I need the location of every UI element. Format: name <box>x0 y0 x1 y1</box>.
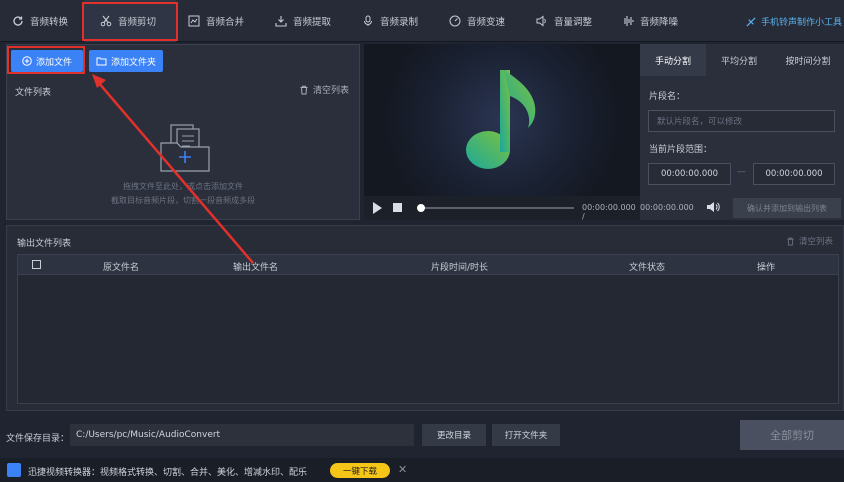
ringtone-tool-link[interactable]: 手机铃声制作小工具 <box>746 0 842 42</box>
segment-name-input[interactable]: 默认片段名，可以修改 <box>648 110 835 132</box>
tab-volume-adjust[interactable]: 音量调整 <box>536 0 592 42</box>
tab-audio-record[interactable]: 音频录制 <box>362 0 418 42</box>
ad-text: 迅捷视频转换器：视频格式转换、切割、合并、美化、增减水印、配乐 <box>28 468 308 478</box>
split-panel: 手动分割 平均分割 按时间分割 片段名： 默认片段名，可以修改 当前片段范围： … <box>640 44 844 220</box>
segment-range-label: 当前片段范围： <box>649 145 713 155</box>
close-icon[interactable]: ✕ <box>398 463 407 476</box>
highlight-box-add-file <box>7 46 85 74</box>
folder-icon <box>96 57 107 66</box>
volume-icon[interactable] <box>706 201 720 213</box>
column-output-name: 输出文件名 <box>233 263 279 273</box>
tab-label: 音频转换 <box>30 17 69 28</box>
change-dir-button[interactable]: 更改目录 <box>422 424 486 446</box>
range-dash: — <box>737 167 746 177</box>
drop-hint: 拖拽文件至此处，或点击添加文件 <box>123 182 243 191</box>
extract-icon <box>275 16 287 27</box>
download-button[interactable]: 一键下载 <box>330 463 390 478</box>
save-bar: 文件保存目录： C:/Users/pc/Music/AudioConvert 更… <box>0 418 844 454</box>
table-header: 原文件名 输出文件名 片段时间/时长 文件状态 操作 <box>18 255 838 275</box>
player-controls: 00:00:00.000 / <box>364 196 640 221</box>
highlight-box-tab <box>82 2 178 41</box>
tab-label: 音频提取 <box>293 17 332 28</box>
select-all-checkbox[interactable] <box>32 260 41 269</box>
segment-name-label: 片段名： <box>649 92 686 102</box>
output-clear-button[interactable]: 清空列表 <box>786 235 833 247</box>
current-time: 00:00:00.000 / <box>582 203 636 221</box>
mic-icon <box>364 15 372 26</box>
output-clear-label: 清空列表 <box>798 237 833 247</box>
column-actions: 操作 <box>757 263 776 273</box>
file-list-header: 文件列表 <box>15 88 52 98</box>
drop-files-icon[interactable] <box>157 123 213 173</box>
ad-bar: 迅捷视频转换器：视频格式转换、切割、合并、美化、增减水印、配乐 一键下载 ✕ <box>0 458 844 482</box>
column-original-name: 原文件名 <box>103 263 140 273</box>
progress-bar[interactable] <box>417 204 574 212</box>
trash-icon <box>300 85 308 94</box>
output-panel: 输出文件列表 清空列表 原文件名 输出文件名 片段时间/时长 文件状态 操作 <box>6 225 844 411</box>
speed-icon <box>449 15 461 27</box>
total-time: 00:00:00.000 <box>640 203 694 212</box>
clear-list-label: 清空列表 <box>312 86 349 96</box>
tab-label: 音频合并 <box>206 17 245 28</box>
tab-audio-merge[interactable]: 音频合并 <box>188 0 244 42</box>
refresh-icon <box>13 16 23 26</box>
stop-icon[interactable] <box>393 203 402 212</box>
tab-label: 音频变速 <box>467 17 506 28</box>
output-list-title: 输出文件列表 <box>17 239 72 249</box>
progress-knob[interactable] <box>417 204 425 212</box>
output-table: 原文件名 输出文件名 片段时间/时长 文件状态 操作 <box>17 254 839 404</box>
waveform-icon <box>624 16 634 26</box>
add-folder-label: 添加文件夹 <box>110 57 156 68</box>
audio-player: 00:00:00.000 / <box>364 44 640 221</box>
clear-list-button[interactable]: 清空列表 <box>299 83 349 96</box>
app-icon <box>7 463 21 477</box>
cut-all-button[interactable]: 全部剪切 <box>740 420 844 450</box>
tab-time-split[interactable]: 按时间分割 <box>772 44 844 76</box>
tab-label: 音频录制 <box>380 17 419 28</box>
tab-average-split[interactable]: 平均分割 <box>706 44 772 76</box>
album-art <box>364 44 640 196</box>
ringtone-tool-label: 手机铃声制作小工具 <box>760 17 842 28</box>
tab-audio-denoise[interactable]: 音频降噪 <box>622 0 678 42</box>
tab-audio-speed[interactable]: 音频变速 <box>449 0 505 42</box>
music-note-icon <box>466 70 536 169</box>
drop-hint-secondary: 截取目标音频片段，切割一段音频成多段 <box>111 196 255 205</box>
tab-label: 音量调整 <box>554 17 593 28</box>
trash-icon <box>787 237 794 246</box>
segment-start-input[interactable]: 00:00:00.000 <box>648 163 731 185</box>
tab-audio-extract[interactable]: 音频提取 <box>275 0 331 42</box>
open-folder-button[interactable]: 打开文件夹 <box>492 424 560 446</box>
save-dir-label: 文件保存目录： <box>6 434 70 444</box>
tab-audio-convert[interactable]: 音频转换 <box>12 0 68 42</box>
save-path-input[interactable]: C:/Users/pc/Music/AudioConvert <box>70 424 414 446</box>
merge-icon <box>188 15 200 27</box>
column-file-status: 文件状态 <box>629 263 666 273</box>
ringtone-icon <box>746 16 756 27</box>
play-icon[interactable] <box>373 202 382 214</box>
confirm-add-button[interactable]: 确认并添加到输出列表 <box>733 198 841 218</box>
tab-manual-split[interactable]: 手动分割 <box>640 44 706 76</box>
segment-end-input[interactable]: 00:00:00.000 <box>753 163 835 185</box>
add-folder-button[interactable]: 添加文件夹 <box>89 50 163 72</box>
column-segment-time: 片段时间/时长 <box>431 263 489 273</box>
tab-label: 音频降噪 <box>640 17 679 28</box>
volume-icon <box>536 15 546 27</box>
